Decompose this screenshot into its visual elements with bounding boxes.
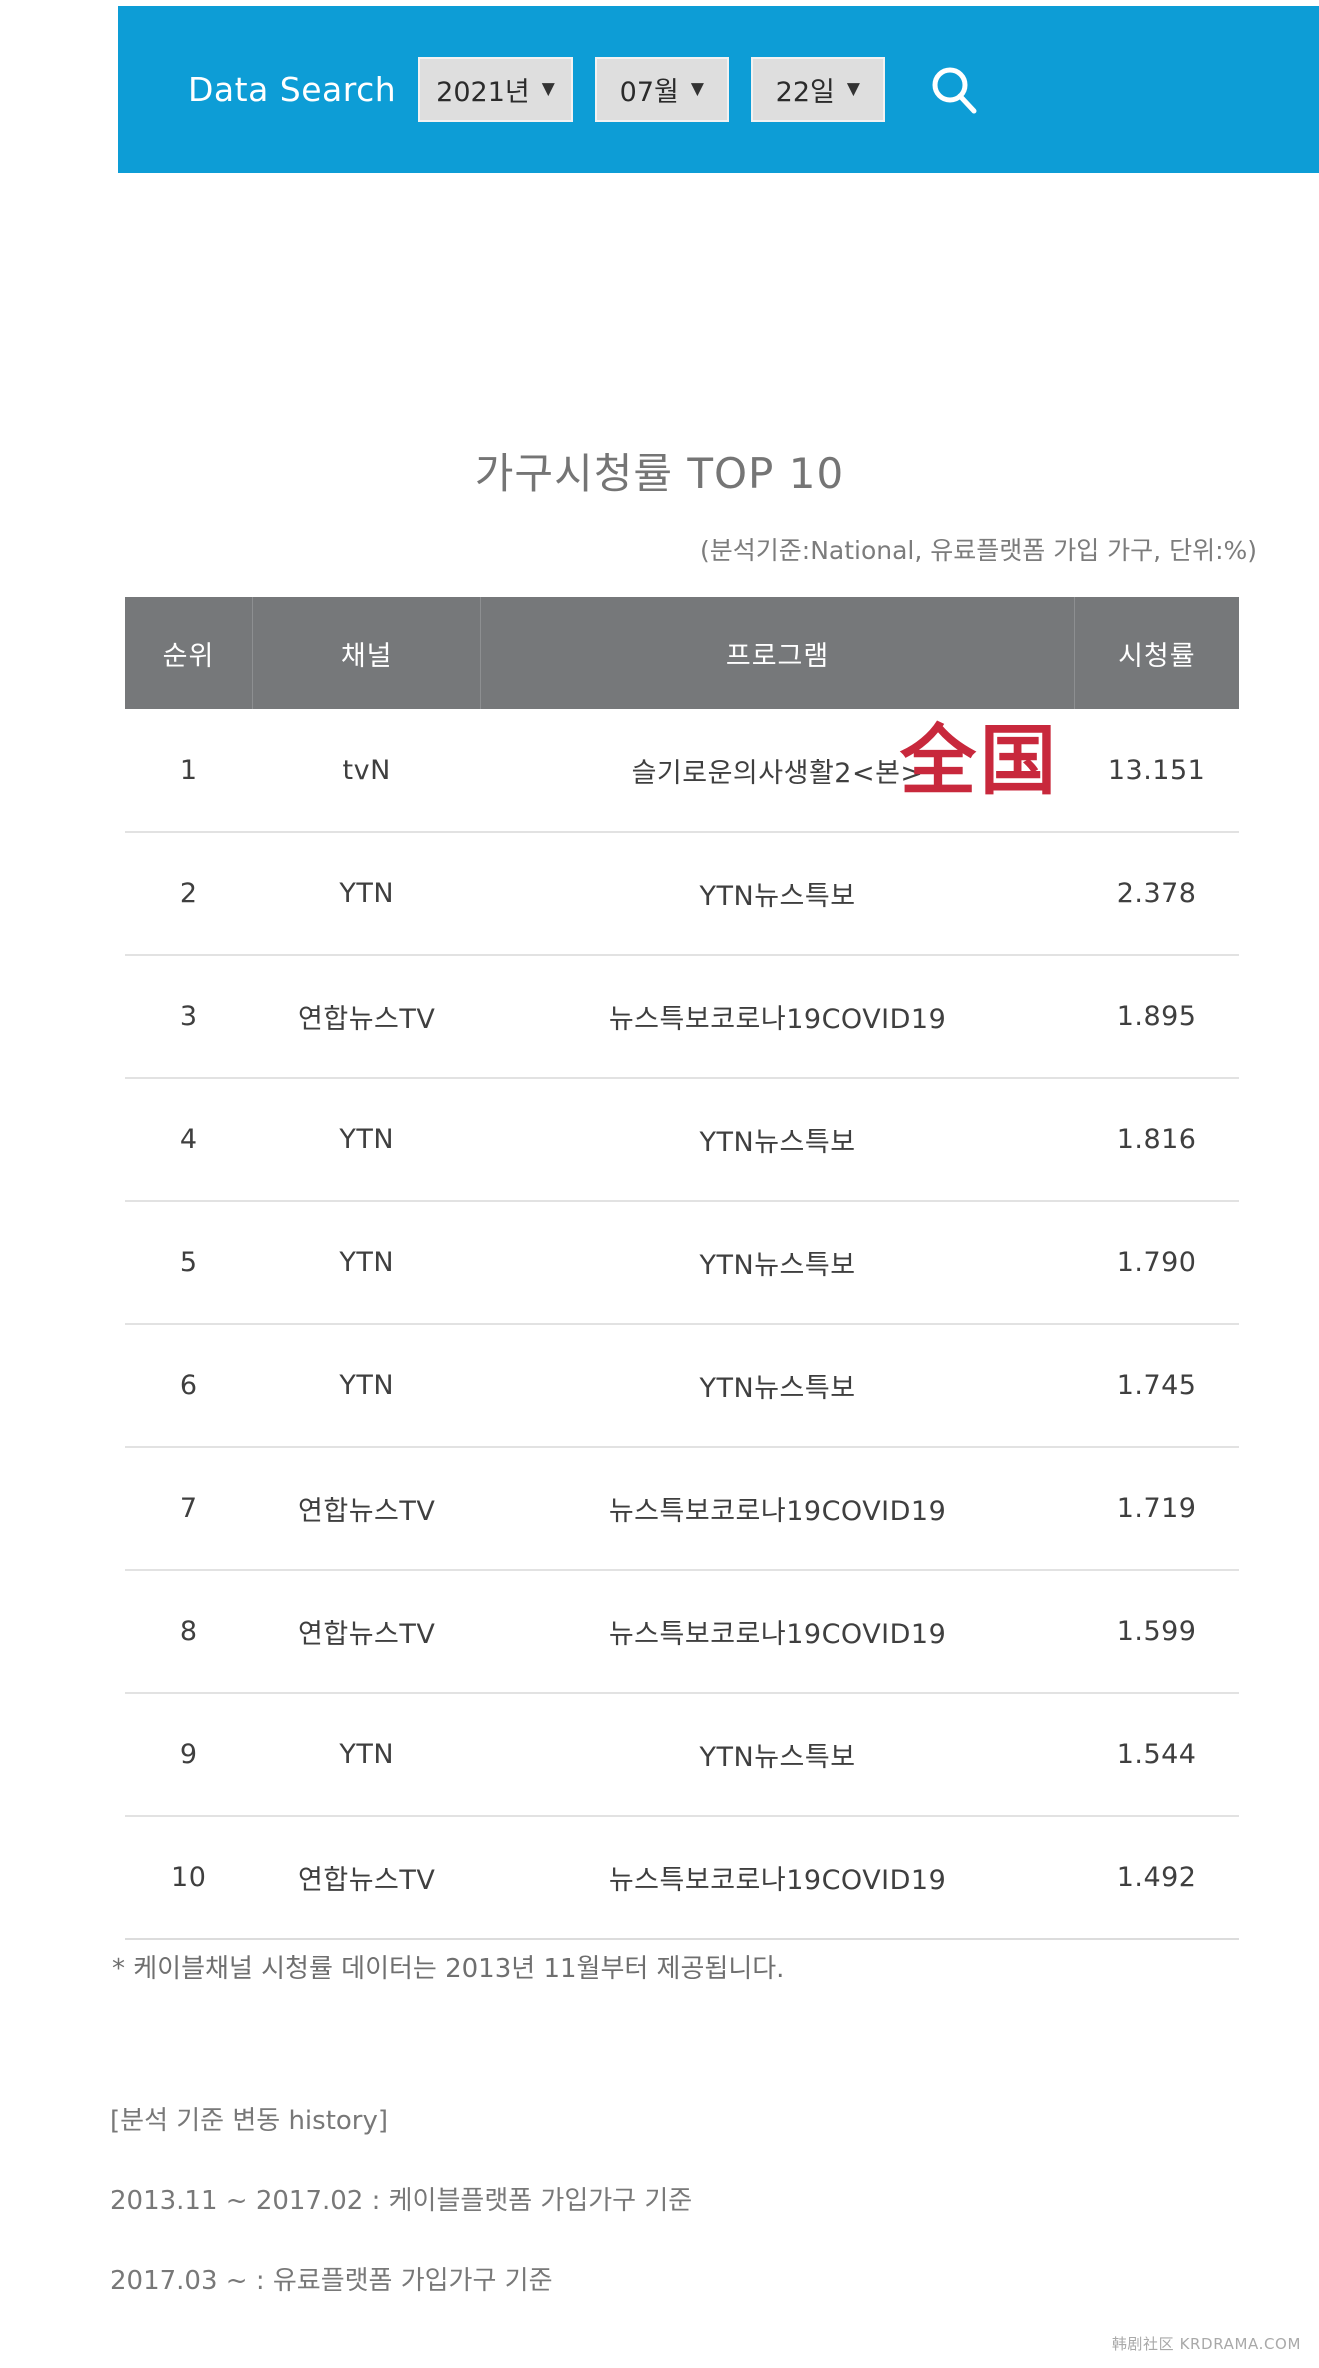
cell-program: 뉴스특보코로나19COVID19 <box>480 955 1075 1079</box>
cell-channel: YTN <box>252 1693 481 1817</box>
table-row[interactable]: 8 연합뉴스TV 뉴스특보코로나19COVID19 1.599 <box>125 1570 1239 1694</box>
page-subtitle: (분석기준:National, 유료플랫폼 가입 가구, 단위:%) <box>700 536 1257 565</box>
history-heading: [분석 기준 변동 history] <box>110 2106 389 2136</box>
table-row[interactable]: 7 연합뉴스TV 뉴스특보코로나19COVID19 1.719 <box>125 1447 1239 1571</box>
table-row[interactable]: 9 YTN YTN뉴스특보 1.544 <box>125 1693 1239 1817</box>
cell-program: 뉴스특보코로나19COVID19 <box>480 1447 1075 1571</box>
cell-program: YTN뉴스특보 <box>480 1078 1075 1202</box>
cell-rank: 2 <box>125 832 253 956</box>
page-title: 가구시청률 TOP 10 <box>474 449 845 498</box>
cell-rank: 6 <box>125 1324 253 1448</box>
cell-rating: 1.790 <box>1074 1201 1239 1325</box>
data-search-label: Data Search <box>188 70 397 109</box>
cell-channel: tvN <box>252 709 481 833</box>
title-block: 가구시청률 TOP 10 (분석기준:National, 유료플랫폼 가입 가구… <box>0 440 1319 567</box>
chevron-down-icon: ▼ <box>541 79 555 99</box>
year-select[interactable]: 2021년 ▼ <box>418 57 573 122</box>
ratings-table: 순위 채널 프로그램 시청률 1 tvN 슬기로운의사생활2<본> 13.151 2 YT… <box>125 597 1239 1940</box>
cell-rank: 10 <box>125 1816 253 1940</box>
history-block: [분석 기준 변동 history] 2013.11 ~ 2017.02 : 케… <box>110 2100 692 2297</box>
table-row[interactable]: 10 연합뉴스TV 뉴스특보코로나19COVID19 1.492 <box>125 1816 1239 1940</box>
column-header-program: 프로그램 <box>480 597 1075 709</box>
cell-channel: YTN <box>252 1078 481 1202</box>
cell-channel: YTN <box>252 1324 481 1448</box>
cell-rating: 1.816 <box>1074 1078 1239 1202</box>
footnote-text: * 케이블채널 시청률 데이터는 2013년 11월부터 제공됩니다. <box>112 1954 785 1984</box>
cell-rank: 5 <box>125 1201 253 1325</box>
cell-rating: 1.719 <box>1074 1447 1239 1571</box>
cell-channel: YTN <box>252 832 481 956</box>
search-icon <box>932 67 977 113</box>
day-select[interactable]: 22일 ▼ <box>750 57 885 122</box>
cell-rating: 13.151 <box>1074 709 1239 833</box>
day-select-value: 22일 <box>775 77 835 108</box>
cell-channel: 연합뉴스TV <box>252 1816 481 1940</box>
cell-rank: 9 <box>125 1693 253 1817</box>
cell-channel: 연합뉴스TV <box>252 1570 481 1694</box>
cell-program: YTN뉴스특보 <box>480 832 1075 956</box>
cell-rank: 7 <box>125 1447 253 1571</box>
cell-rating: 2.378 <box>1074 832 1239 956</box>
chevron-down-icon: ▼ <box>846 79 860 99</box>
history-line-1: 2013.11 ~ 2017.02 : 케이블플랫폼 가입가구 기준 <box>110 2186 693 2216</box>
cell-channel: YTN <box>252 1201 481 1325</box>
search-button[interactable] <box>923 59 985 121</box>
cell-rating: 1.895 <box>1074 955 1239 1079</box>
year-select-value: 2021년 <box>436 77 530 108</box>
table-row[interactable]: 3 연합뉴스TV 뉴스특보코로나19COVID19 1.895 <box>125 955 1239 1079</box>
cell-channel: 연합뉴스TV <box>252 1447 481 1571</box>
table-row[interactable]: 2 YTN YTN뉴스특보 2.378 <box>125 832 1239 956</box>
column-header-rank: 순위 <box>125 597 253 709</box>
cell-program: YTN뉴스특보 <box>480 1324 1075 1448</box>
cell-rank: 4 <box>125 1078 253 1202</box>
cell-program: 뉴스특보코로나19COVID19 <box>480 1816 1075 1940</box>
month-select[interactable]: 07월 ▼ <box>594 57 729 122</box>
cell-program: 슬기로운의사생활2<본> <box>480 709 1075 833</box>
cell-rank: 1 <box>125 709 253 833</box>
column-header-rating: 시청률 <box>1074 597 1239 709</box>
cell-program: YTN뉴스특보 <box>480 1201 1075 1325</box>
table-row[interactable]: 5 YTN YTN뉴스특보 1.790 <box>125 1201 1239 1325</box>
month-select-value: 07월 <box>619 77 679 108</box>
cell-channel: 연합뉴스TV <box>252 955 481 1079</box>
column-header-channel: 채널 <box>252 597 482 709</box>
cell-rank: 3 <box>125 955 253 1079</box>
site-watermark: 韩剧社区 KRDRAMA.COM <box>1111 2335 1301 2353</box>
cell-program: 뉴스특보코로나19COVID19 <box>480 1570 1075 1694</box>
cell-rating: 1.599 <box>1074 1570 1239 1694</box>
table-row[interactable]: 6 YTN YTN뉴스특보 1.745 <box>125 1324 1239 1448</box>
table-row[interactable]: 1 tvN 슬기로운의사생활2<본> 13.151 <box>125 709 1239 833</box>
cell-rating: 1.544 <box>1074 1693 1239 1817</box>
table-row[interactable]: 4 YTN YTN뉴스특보 1.816 <box>125 1078 1239 1202</box>
data-search-bar: Data Search 2021년 ▼ 07월 ▼ 22일 ▼ <box>118 6 1319 173</box>
cell-rank: 8 <box>125 1570 253 1694</box>
cell-rating: 1.492 <box>1074 1816 1239 1940</box>
table-header-row: 순위 채널 프로그램 시청률 <box>125 597 1239 709</box>
chevron-down-icon: ▼ <box>690 79 704 99</box>
cell-program: YTN뉴스특보 <box>480 1693 1075 1817</box>
history-line-2: 2017.03 ~ : 유료플랫폼 가입가구 기준 <box>110 2266 553 2296</box>
cell-rating: 1.745 <box>1074 1324 1239 1448</box>
